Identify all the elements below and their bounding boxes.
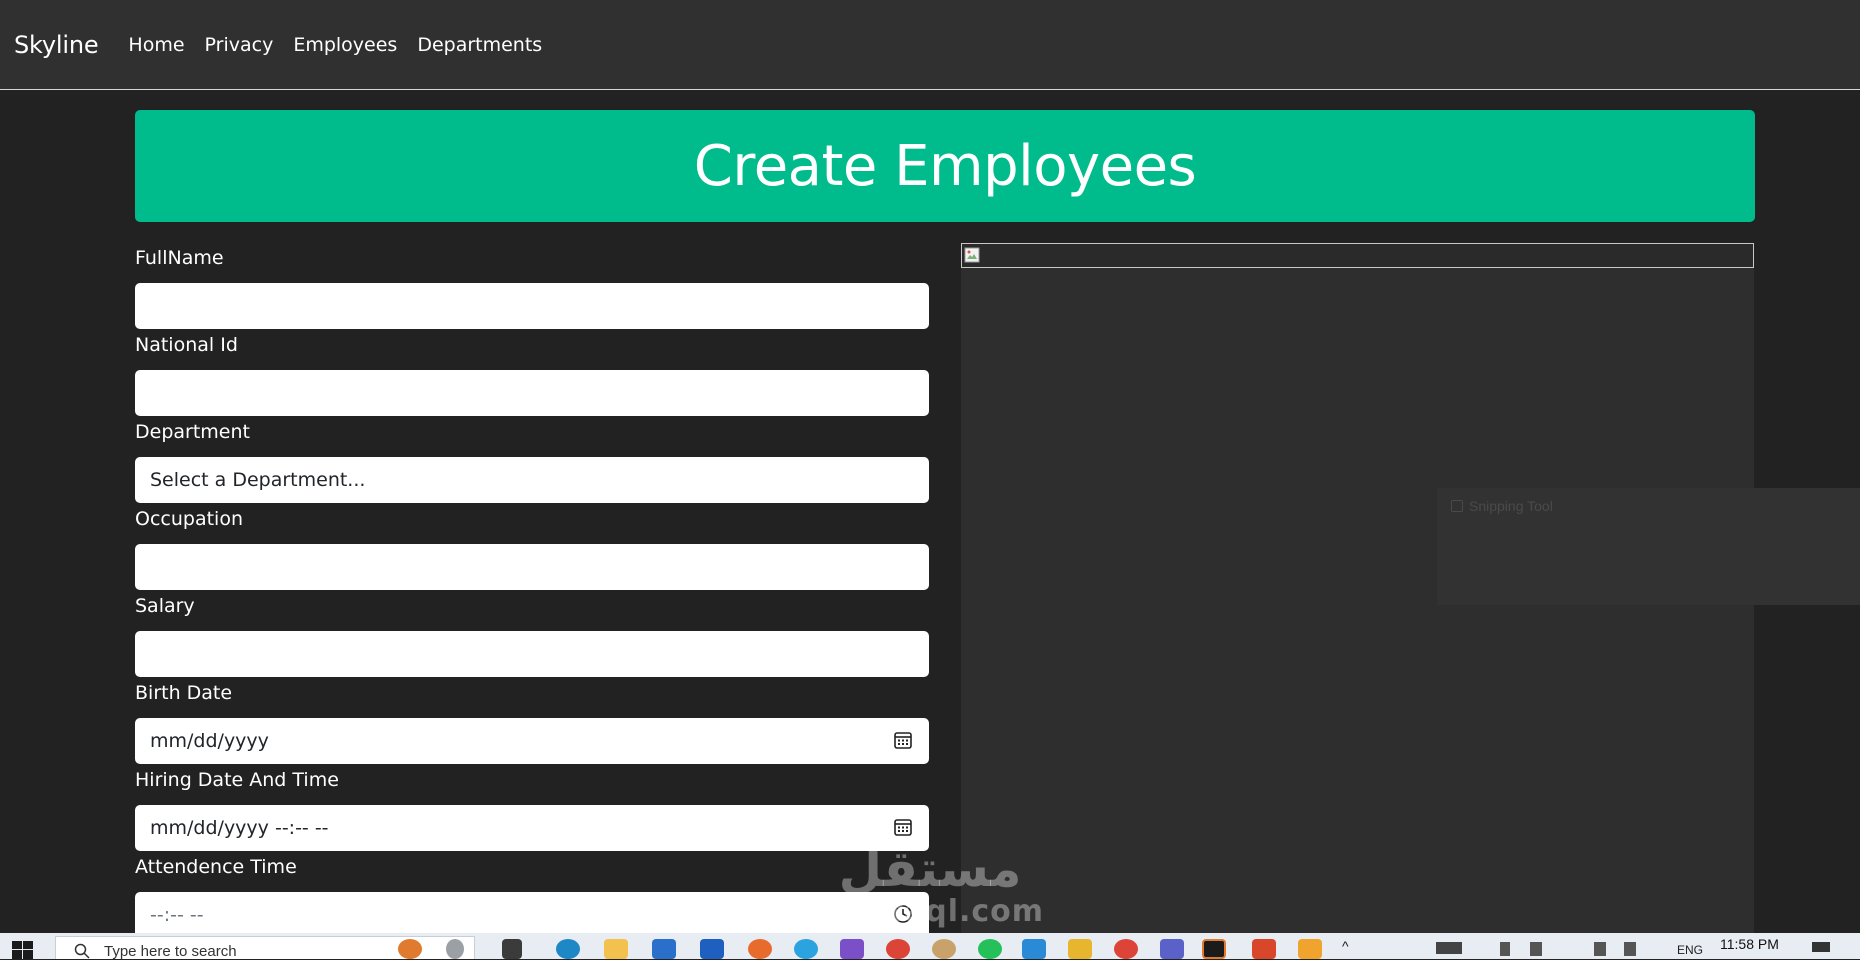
- windows-start-icon[interactable]: [12, 941, 34, 959]
- active-app-icon[interactable]: [1202, 939, 1226, 959]
- teams-icon[interactable]: [1160, 939, 1184, 959]
- birth-date-value: mm/dd/yyyy: [150, 730, 269, 752]
- birth-date-field-group: Birth Date mm/dd/yyyy: [135, 681, 929, 768]
- news-icon[interactable]: [1436, 942, 1462, 954]
- department-field-group: Department Select a Department...: [135, 420, 929, 507]
- search-icon: [74, 943, 90, 959]
- network-status-icon[interactable]: [1500, 942, 1510, 956]
- nav-link-privacy[interactable]: Privacy: [205, 34, 274, 56]
- outlook-icon[interactable]: [700, 939, 724, 959]
- top-navbar: Skyline Home Privacy Employees Departmen…: [0, 0, 1860, 90]
- firefox-icon[interactable]: [748, 939, 772, 959]
- employee-form: FullName National Id Department Select a…: [135, 246, 929, 942]
- national-id-field-group: National Id: [135, 333, 929, 420]
- national-id-input[interactable]: [135, 370, 929, 416]
- store-icon[interactable]: [652, 939, 676, 959]
- calendar-icon[interactable]: [893, 817, 913, 837]
- basketball-widget-icon[interactable]: [398, 939, 422, 959]
- notification-center-icon[interactable]: [1812, 942, 1830, 952]
- taskbar-search-placeholder: Type here to search: [104, 943, 237, 960]
- powerpoint-icon[interactable]: [1252, 939, 1276, 959]
- chrome-icon[interactable]: [886, 939, 910, 959]
- wifi-icon[interactable]: [1594, 942, 1606, 956]
- watermark: مستقل mostaql.com: [815, 842, 1045, 934]
- app-icon-tan[interactable]: [932, 939, 956, 959]
- nav-link-employees[interactable]: Employees: [293, 34, 397, 56]
- birth-date-input[interactable]: mm/dd/yyyy: [135, 718, 929, 764]
- watermark-latin: mostaql.com: [815, 894, 1045, 929]
- language-indicator[interactable]: ENG: [1677, 943, 1703, 957]
- mic-icon[interactable]: [446, 939, 464, 959]
- volume-icon[interactable]: [1624, 942, 1636, 956]
- battery-icon[interactable]: [1530, 942, 1542, 956]
- visual-studio-icon[interactable]: [840, 939, 864, 959]
- department-selected-value: Select a Department...: [150, 469, 366, 491]
- watermark-arabic: مستقل: [838, 840, 1022, 898]
- snipping-tool-overlay: Snipping Tool: [1437, 488, 1860, 605]
- edge-browser-icon[interactable]: [556, 939, 580, 959]
- nav-link-home[interactable]: Home: [128, 34, 184, 56]
- calendar-icon[interactable]: [893, 730, 913, 750]
- windows-taskbar: Type here to search ^ ENG 11:58 PM: [0, 933, 1860, 960]
- chrome-profile-icon[interactable]: [1114, 939, 1138, 959]
- telegram-icon[interactable]: [794, 939, 818, 959]
- whatsapp-icon[interactable]: [978, 939, 1002, 959]
- salary-label: Salary: [135, 595, 195, 617]
- attendence-time-label: Attendence Time: [135, 856, 297, 878]
- salary-input[interactable]: [135, 631, 929, 677]
- attendence-time-input[interactable]: --:-- --: [135, 892, 929, 938]
- notes-icon[interactable]: [1068, 939, 1092, 959]
- page-title: Create Employees: [693, 133, 1197, 199]
- department-label: Department: [135, 421, 250, 443]
- birth-date-label: Birth Date: [135, 682, 233, 704]
- file-explorer-icon[interactable]: [604, 939, 628, 959]
- snipping-tool-title: Snipping Tool: [1469, 498, 1553, 514]
- broken-image-icon: [964, 247, 980, 263]
- nav-link-departments[interactable]: Departments: [417, 34, 542, 56]
- salary-field-group: Salary: [135, 594, 929, 681]
- brand-logo[interactable]: Skyline: [14, 31, 99, 59]
- department-select[interactable]: Select a Department...: [135, 457, 929, 503]
- attendence-time-value: --:-- --: [150, 904, 204, 926]
- hiring-datetime-input[interactable]: mm/dd/yyyy --:-- --: [135, 805, 929, 851]
- fullname-input[interactable]: [135, 283, 929, 329]
- hiring-datetime-value: mm/dd/yyyy --:-- --: [150, 817, 329, 839]
- occupation-field-group: Occupation: [135, 507, 929, 594]
- vscode-icon[interactable]: [1022, 939, 1046, 959]
- occupation-label: Occupation: [135, 508, 243, 530]
- occupation-input[interactable]: [135, 544, 929, 590]
- employee-image-preview: [961, 243, 1754, 268]
- fullname-label: FullName: [135, 247, 224, 269]
- attendence-time-field-group: Attendence Time --:-- --: [135, 855, 929, 942]
- hiring-date-label: Hiring Date And Time: [135, 769, 339, 791]
- page-header-banner: Create Employees: [135, 110, 1755, 222]
- fullname-field-group: FullName: [135, 246, 929, 333]
- scissors-icon: [1451, 500, 1463, 512]
- hiring-date-field-group: Hiring Date And Time mm/dd/yyyy --:-- --: [135, 768, 929, 855]
- chevron-up-icon[interactable]: ^: [1342, 938, 1349, 954]
- task-view-icon[interactable]: [502, 939, 522, 959]
- app-icon-orange[interactable]: [1298, 939, 1322, 959]
- taskbar-clock[interactable]: 11:58 PM: [1720, 936, 1779, 952]
- national-id-label: National Id: [135, 334, 238, 356]
